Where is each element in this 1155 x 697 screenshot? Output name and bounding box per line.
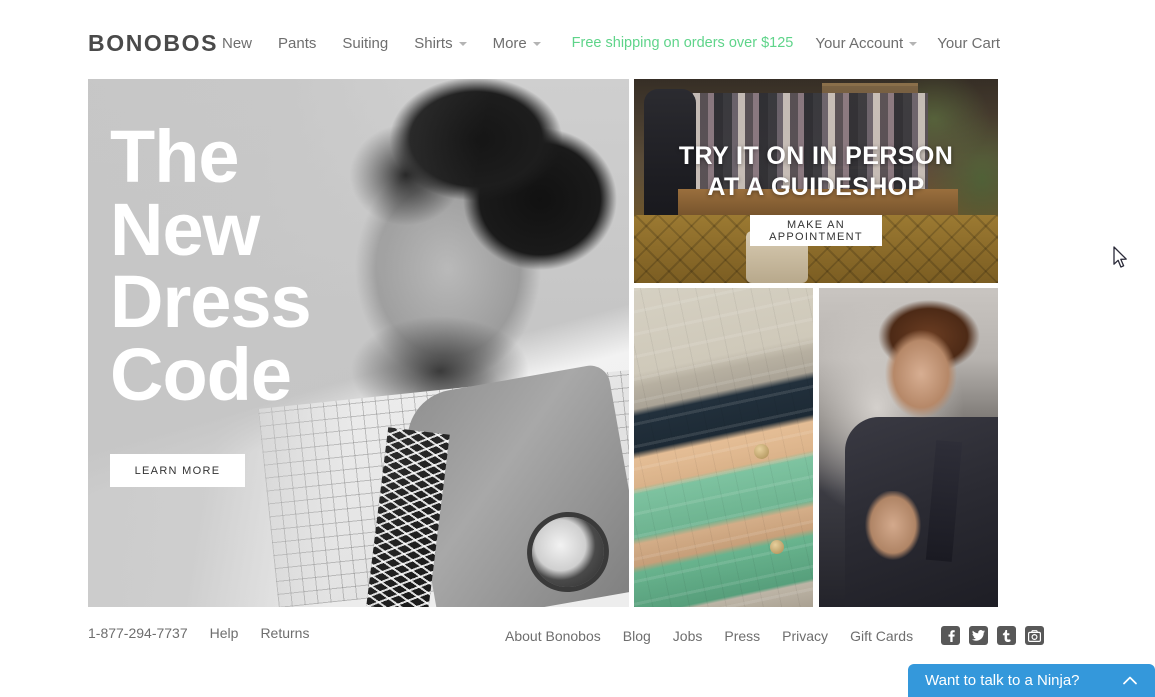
nav-item-more[interactable]: More (493, 36, 541, 51)
footer-link-about-bonobos[interactable]: About Bonobos (505, 629, 601, 643)
site-footer: 1-877-294-7737 Help Returns About Bonobo… (0, 607, 1155, 664)
chevron-down-icon (532, 41, 541, 46)
bonobos-logo[interactable]: BONOBOS (88, 32, 218, 55)
footer-link-blog[interactable]: Blog (623, 629, 651, 643)
hero-headline-line: Code (110, 332, 292, 416)
nav-item-label: Your Account (815, 35, 904, 52)
nav-item-label: New (222, 35, 253, 52)
footer-link-privacy[interactable]: Privacy (782, 629, 828, 643)
hero-headline-line: New (110, 187, 260, 271)
nav-item-label: Pants (278, 35, 317, 52)
folded-chinos-texture (634, 288, 813, 607)
tumblr-icon[interactable] (997, 626, 1017, 645)
nav-item-pants[interactable]: Pants (278, 36, 316, 51)
nav-item-your-account[interactable]: Your Account (815, 35, 918, 52)
make-an-appointment-button[interactable]: MAKE AN APPOINTMENT (750, 215, 882, 246)
man-in-suit-image (819, 288, 998, 607)
site-header: BONOBOS New Pants Suiting Shirts More Fr… (0, 0, 1155, 79)
hero-headline-line: The (110, 115, 240, 198)
guideshop-tile[interactable]: TRY IT ON IN PERSON AT A GUIDESHOP MAKE … (634, 79, 998, 283)
primary-nav: New Pants Suiting Shirts More (222, 36, 541, 51)
chevron-down-icon (909, 41, 918, 46)
chevron-down-icon (458, 41, 467, 46)
utility-nav: Free shipping on orders over $125 Your A… (572, 36, 1000, 51)
chino-button-detail (754, 444, 769, 459)
hero-headline-line: Dress (110, 260, 312, 344)
chino-button-detail (770, 540, 784, 554)
guideshop-headline: TRY IT ON IN PERSON AT A GUIDESHOP (634, 141, 998, 202)
page-root: BONOBOS New Pants Suiting Shirts More Fr… (0, 0, 1155, 697)
guideshop-headline-line: TRY IT ON IN PERSON (678, 142, 954, 170)
guideshop-headline-line: AT A GUIDESHOP (707, 172, 925, 201)
mouse-cursor (1113, 246, 1129, 275)
footer-left-links: 1-877-294-7737 Help Returns (88, 626, 331, 640)
man-in-suit-tile[interactable] (819, 288, 998, 607)
footer-link-press[interactable]: Press (724, 629, 760, 643)
nav-item-label: Shirts (414, 35, 453, 52)
instagram-icon[interactable] (1025, 626, 1045, 645)
suit-model-face-detail (881, 326, 965, 428)
twitter-icon[interactable] (969, 626, 989, 645)
footer-link-gift-cards[interactable]: Gift Cards (850, 629, 913, 643)
folded-chinos-tile[interactable] (634, 288, 813, 607)
social-links (941, 626, 1045, 645)
footer-link-help[interactable]: Help (210, 626, 239, 640)
learn-more-button[interactable]: LEARN MORE (110, 454, 245, 487)
chat-widget-label: Want to talk to a Ninja? (925, 672, 1080, 689)
content-grid: The New Dress Code LEARN MORE TRY IT ON … (88, 79, 998, 607)
facebook-icon[interactable] (941, 626, 961, 645)
footer-right-links: About Bonobos Blog Jobs Press Privacy Gi… (505, 626, 1045, 645)
free-shipping-note: Free shipping on orders over $125 (571, 35, 794, 52)
chat-widget[interactable]: Want to talk to a Ninja? (908, 664, 1155, 697)
footer-link-phone[interactable]: 1-877-294-7737 (88, 626, 188, 640)
footer-link-returns[interactable]: Returns (260, 626, 309, 640)
suit-model-hand-detail (863, 491, 923, 565)
nav-item-your-cart[interactable]: Your Cart (937, 36, 1000, 51)
hero-tile[interactable]: The New Dress Code LEARN MORE (88, 79, 629, 607)
nav-item-shirts[interactable]: Shirts (414, 35, 467, 52)
hero-headline: The New Dress Code (110, 115, 410, 416)
nav-item-new[interactable]: New (222, 36, 252, 51)
nav-item-label: Suiting (342, 35, 389, 52)
footer-link-jobs[interactable]: Jobs (673, 629, 703, 643)
nav-item-label: More (492, 35, 527, 52)
nav-item-label: Your Cart (937, 35, 1000, 52)
chevron-up-icon[interactable] (1123, 676, 1137, 685)
nav-item-suiting[interactable]: Suiting (342, 36, 388, 51)
